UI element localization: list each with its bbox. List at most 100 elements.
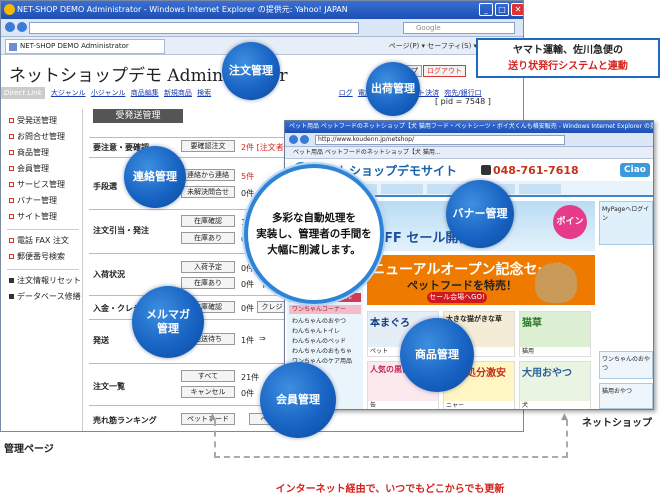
arrival-count: 0件 [241, 264, 255, 273]
row-label-arrival: 入荷状況 [93, 270, 125, 279]
points-badge: ポイント2倍 [553, 205, 587, 239]
nav-link-product-edit[interactable]: 商品編集 [131, 89, 159, 97]
admin-tab[interactable]: NET-SHOP DEMO Administrator [5, 39, 165, 54]
phone-icon [481, 165, 491, 175]
awaiting-shipment-count: 1件 [241, 336, 255, 345]
row-label-order-list: 注文一覧 [93, 382, 125, 391]
sidebar-item-db-repair[interactable]: データベース修繕 [9, 291, 81, 302]
nav-link-genre-large[interactable]: 大ジャンル [51, 89, 86, 97]
sidebar-item-order-reset[interactable]: 注文情報リセット [9, 275, 81, 286]
ranking-petfood-button[interactable]: ペットフード [181, 413, 235, 425]
unresolved-count: 0件 [241, 189, 255, 198]
shop-right-column: MyPageへログイン ワンちゃんのおやつ 猫用おやつ [599, 201, 653, 409]
product-card[interactable]: 猫草 猫用 [519, 311, 591, 357]
callout-banner-management: バナー管理 [446, 180, 514, 248]
sidebar-item-product[interactable]: 商品管理 [9, 147, 49, 158]
stock-check-button[interactable]: 在庫確認 [181, 215, 235, 227]
close-button[interactable]: ✕ [511, 3, 523, 16]
shop-menu-item[interactable]: わんちゃんのベッド [289, 337, 361, 346]
row-label-ranking: 売れ筋ランキング [93, 416, 157, 425]
arrow-up-icon: ▲ [209, 412, 216, 422]
arrival-in-stock-button[interactable]: 在庫あり [181, 277, 235, 289]
yamato-line1: ヤマト運輸、佐川急便の [513, 45, 623, 56]
shop-menu-item[interactable]: わんちゃんのおもちゃ [289, 347, 361, 356]
shop-address-bar: http://www.koudenn.jp/netshop/ [285, 133, 653, 147]
shop-address-input[interactable]: http://www.koudenn.jp/netshop/ [315, 135, 565, 145]
sale-banner-main[interactable]: ニューアルオープン記念セール ペットフードを特売！ セール会場へGO! [367, 255, 595, 305]
favicon-icon [9, 43, 17, 51]
back-icon[interactable] [5, 22, 15, 32]
callout-product-management: 商品管理 [400, 318, 474, 392]
row-label-allocation: 注文引当・発注 [93, 226, 149, 235]
pid-label: [ pid = 7548 ] [435, 97, 491, 106]
credit-button[interactable]: クレジ [257, 301, 287, 313]
caption-net-shop: ネットショップ [582, 418, 652, 429]
maximize-button[interactable]: □ [495, 3, 509, 16]
arrow-up-icon: ▲ [561, 412, 568, 422]
shop-tab[interactable]: ペット用品 ペットフードのネットショップ【犬 猫用... [285, 147, 653, 159]
forward-icon[interactable] [300, 135, 309, 144]
minimize-button[interactable]: _ [479, 3, 493, 16]
in-stock-button[interactable]: 在庫あり [181, 232, 235, 244]
connector-line [566, 420, 568, 458]
contact-button[interactable]: 連絡から連絡 [181, 169, 235, 181]
sale-go-button[interactable]: セール会場へGO! [427, 292, 487, 303]
ciao-badge[interactable]: Ciao [620, 163, 650, 177]
all-orders-button[interactable]: すべて [181, 370, 235, 382]
nav-link-new-product[interactable]: 新規商品 [164, 89, 192, 97]
cancel-orders-button[interactable]: キャンセル [181, 386, 235, 398]
sidebar-item-site[interactable]: サイト管理 [9, 211, 57, 222]
sidebar-divider [7, 229, 79, 230]
connector-line [214, 456, 568, 458]
nav-link-search[interactable]: 検索 [197, 89, 211, 97]
search-input[interactable]: Google [403, 22, 515, 34]
logout-button[interactable]: ログアウト [423, 65, 466, 77]
shop-menu-item[interactable]: わんちゃんトイレ [289, 327, 361, 336]
arrow-icon: ⇒ [259, 334, 266, 343]
sidebar-item-banner[interactable]: バナー管理 [9, 195, 57, 206]
shop-nav-item[interactable] [519, 184, 561, 194]
shop-menu-item[interactable]: ワンちゃんコーナー [289, 305, 361, 314]
callout-mailmag-management: メルマガ 管理 [132, 286, 204, 358]
yamato-line2: 送り状発行システムと連動 [508, 61, 628, 72]
row-label-means: 手段選 [93, 182, 117, 191]
sidebar-item-member[interactable]: 会員管理 [9, 163, 49, 174]
address-input[interactable] [29, 22, 359, 34]
needs-check-count: 2件 [注文者 [241, 143, 284, 152]
right-item-box[interactable]: ワンちゃんのおやつ [599, 351, 653, 379]
tab-label: NET-SHOP DEMO Administrator [20, 42, 129, 50]
nav-link-log[interactable]: ログ [339, 89, 353, 97]
product-card[interactable]: 大用おやつ犬 [519, 361, 591, 409]
sidebar-item-zip-search[interactable]: 郵便番号検索 [9, 251, 65, 262]
mypage-login-box[interactable]: MyPageへログイン [599, 201, 653, 245]
cancel-orders-count: 0件 [241, 389, 255, 398]
contact-count: 5件 [241, 172, 255, 181]
back-icon[interactable] [289, 135, 298, 144]
shipping-integration-callout: ヤマト運輸、佐川急便の 送り状発行システムと連動 [476, 38, 660, 78]
sidebar-item-inquiry[interactable]: お問合せ管理 [9, 131, 65, 142]
shop-menu-item[interactable]: わんちゃんのおやつ [289, 317, 361, 326]
admin-address-bar: Google [1, 19, 523, 37]
forward-icon[interactable] [17, 22, 27, 32]
unresolved-inquiry-button[interactable]: 未解決問合せ [181, 186, 235, 198]
banner-main-sub: ペットフードを特売！ [407, 279, 517, 292]
payment-count: 0件 [241, 304, 255, 313]
row-label-shipping: 発送 [93, 336, 109, 345]
sidebar-item-shipping[interactable]: 受発送管理 [9, 115, 57, 126]
shop-nav-item[interactable] [381, 184, 423, 194]
ie-logo-icon [4, 4, 15, 15]
admin-titlebar: NET-SHOP DEMO Administrator - Windows In… [1, 1, 523, 19]
feature-summary-bubble: 多彩な自動処理を 実装し、管理者の手間を 大幅に削減します。 [248, 168, 380, 300]
needs-check-order-button[interactable]: 要確認注文 [181, 140, 235, 152]
right-item-box[interactable]: 猫用おやつ [599, 383, 653, 409]
nav-link-bank[interactable]: 宛先/銀行口 [444, 89, 481, 97]
all-orders-count: 21件 [241, 373, 260, 382]
direct-link-label: Direct Link [1, 87, 45, 99]
sidebar-item-service[interactable]: サービス管理 [9, 179, 65, 190]
callout-contact-management: 連絡管理 [124, 146, 186, 208]
nav-link-genre-small[interactable]: 小ジャンル [91, 89, 126, 97]
sidebar-item-tel-fax-order[interactable]: 電話 FAX 注文 [9, 235, 69, 246]
arrival-scheduled-button[interactable]: 入荷予定 [181, 261, 235, 273]
admin-sidebar: 受発送管理 お問合せ管理 商品管理 会員管理 サービス管理 バナー管理 サイト管… [1, 109, 83, 431]
callout-member-management: 会員管理 [260, 362, 336, 438]
